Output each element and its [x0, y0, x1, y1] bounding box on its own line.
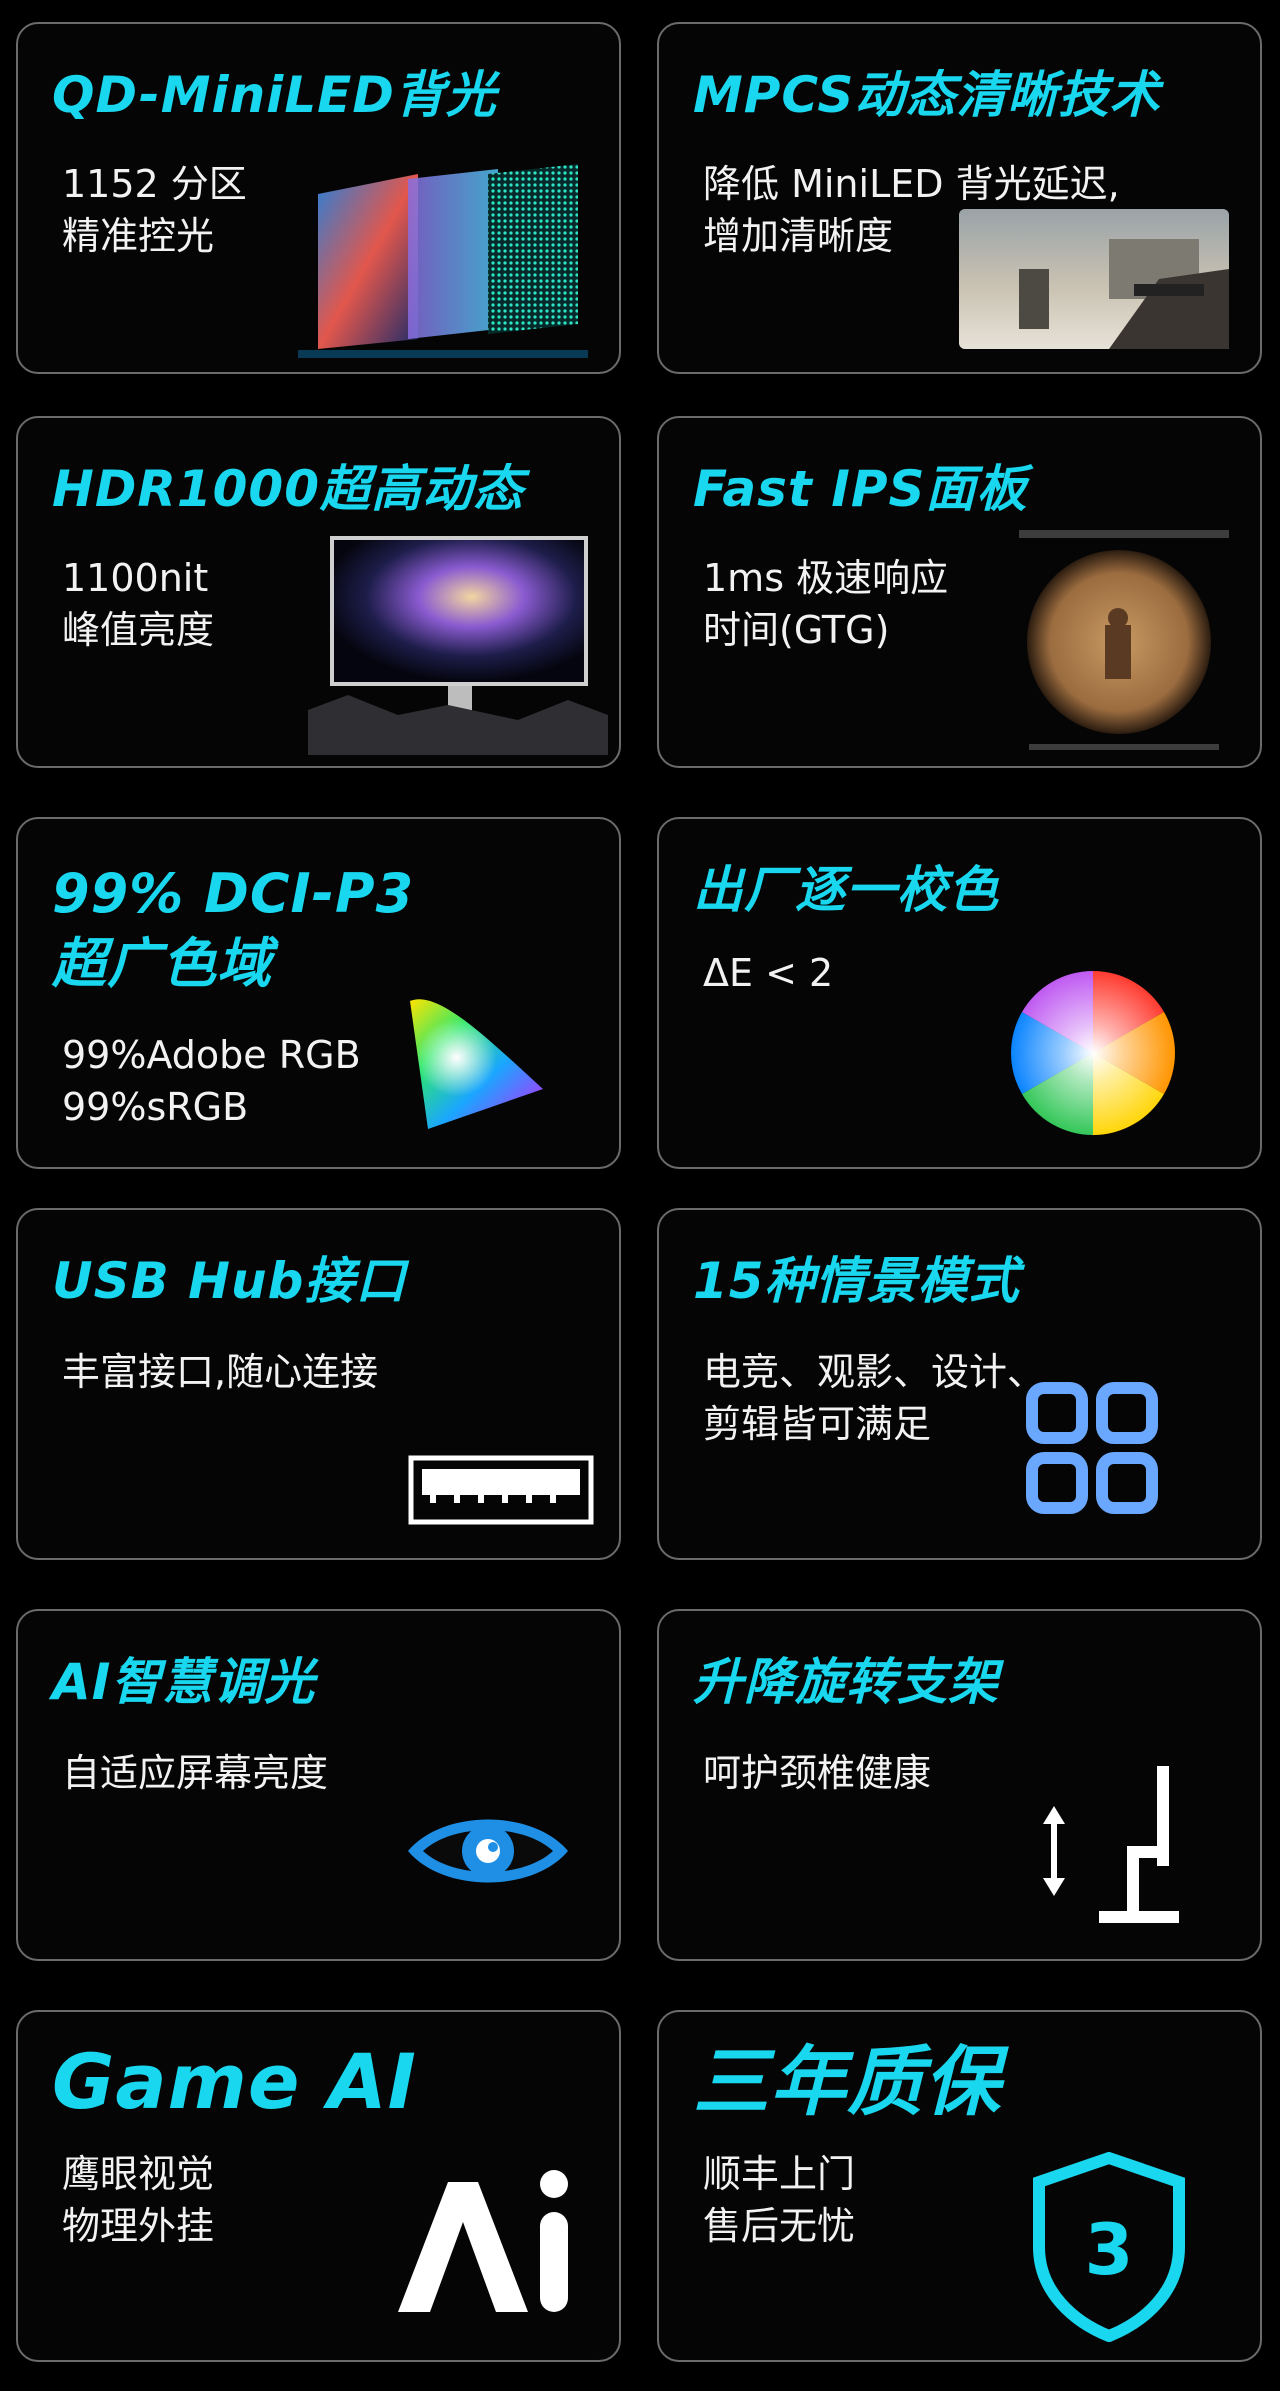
- shield-warranty-icon: 3: [1029, 2152, 1189, 2342]
- eye-icon: [403, 1801, 573, 1901]
- warranty-years-badge: 3: [1085, 2209, 1134, 2291]
- feature-title: 出厂逐一校色: [693, 861, 999, 919]
- feature-line: 丰富接口,随心连接: [62, 1350, 379, 1394]
- feature-card-usb: USB Hub接口 丰富接口,随心连接: [16, 1208, 621, 1560]
- feature-title: 15种情景模式: [693, 1252, 1020, 1310]
- feature-title: Fast IPS面板: [693, 460, 1028, 518]
- feature-title: USB Hub接口: [52, 1252, 407, 1310]
- feature-line: 1100nit: [62, 556, 209, 600]
- color-wheel-icon: [1011, 971, 1175, 1135]
- feature-card-hdr: HDR1000超高动态 1100nit 峰值亮度: [16, 416, 621, 768]
- feature-line: 电竞、观影、设计、: [703, 1350, 1046, 1394]
- feature-title: QD-MiniLED背光: [52, 66, 497, 124]
- feature-title-line: 99% DCI-P3: [52, 862, 415, 925]
- feature-line: 99%Adobe RGB: [62, 1033, 361, 1077]
- feature-line: 精准控光: [62, 214, 215, 258]
- feature-card-game-ai: Game AI 鹰眼视觉 物理外挂: [16, 2010, 621, 2362]
- feature-card-ai-dimming: AI智慧调光 自适应屏幕亮度: [16, 1609, 621, 1961]
- feature-line: 顺丰上门: [703, 2152, 856, 2196]
- feature-title: MPCS动态清晰技术: [693, 66, 1161, 124]
- feature-line: 自适应屏幕亮度: [62, 1751, 329, 1795]
- feature-card-miniled: QD-MiniLED背光 1152 分区 精准控光: [16, 22, 621, 374]
- miniled-layers-image: [298, 164, 588, 364]
- feature-title: HDR1000超高动态: [52, 460, 525, 518]
- feature-title: 99% DCI-P3 超广色域: [52, 859, 414, 999]
- stand-height-icon: [1029, 1766, 1179, 1931]
- feature-title-line: 超广色域: [52, 932, 272, 995]
- feature-line: 1ms 极速响应: [703, 556, 949, 600]
- ai-logo-icon: [378, 2152, 578, 2322]
- feature-card-mpcs: MPCS动态清晰技术 降低 MiniLED 背光延迟, 增加清晰度: [657, 22, 1262, 374]
- feature-line: 鹰眼视觉: [62, 2152, 215, 2196]
- feature-line: 降低 MiniLED 背光延迟,: [703, 162, 1120, 206]
- color-gamut-triangle-icon: [398, 989, 548, 1139]
- feature-line: ΔE < 2: [703, 951, 834, 995]
- feature-card-calibration: 出厂逐一校色 ΔE < 2: [657, 817, 1262, 1169]
- feature-line: 时间(GTG): [703, 608, 890, 652]
- feature-title: Game AI: [52, 2037, 417, 2126]
- feature-title: AI智慧调光: [52, 1653, 316, 1711]
- feature-title: 升降旋转支架: [693, 1653, 999, 1711]
- feature-card-fastips: Fast IPS面板 1ms 极速响应 时间(GTG): [657, 416, 1262, 768]
- feature-line: 峰值亮度: [62, 608, 215, 652]
- game-scope-image: [1009, 530, 1239, 755]
- feature-line: 1152 分区: [62, 162, 247, 206]
- feature-line: 售后无忧: [703, 2204, 856, 2248]
- feature-line: 99%sRGB: [62, 1085, 249, 1129]
- usb-port-icon: [408, 1455, 594, 1525]
- feature-title: 三年质保: [693, 2037, 1001, 2126]
- feature-card-stand: 升降旋转支架 呵护颈椎健康: [657, 1609, 1262, 1961]
- feature-line: 剪辑皆可满足: [703, 1402, 932, 1446]
- feature-card-warranty: 三年质保 顺丰上门 售后无忧 3: [657, 2010, 1262, 2362]
- feature-line: 增加清晰度: [703, 214, 894, 258]
- hdr-monitor-image: [308, 530, 608, 755]
- feature-card-modes: 15种情景模式 电竞、观影、设计、 剪辑皆可满足: [657, 1208, 1262, 1560]
- feature-card-gamut: 99% DCI-P3 超广色域 99%Adobe RGB 99%sRGB: [16, 817, 621, 1169]
- shooter-game-screenshot: [959, 209, 1229, 349]
- feature-line: 物理外挂: [62, 2204, 215, 2248]
- feature-line: 呵护颈椎健康: [703, 1751, 932, 1795]
- mode-grid-icon: [1024, 1380, 1160, 1516]
